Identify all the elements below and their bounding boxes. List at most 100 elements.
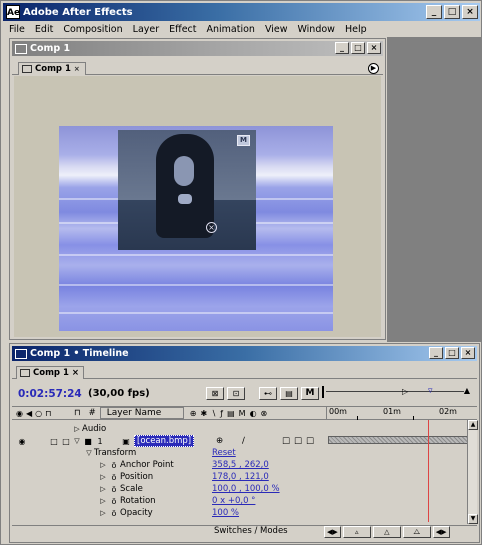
- property-value[interactable]: 178,0 , 121,0: [212, 472, 269, 482]
- timeline-tab-label: Comp 1: [33, 368, 69, 378]
- stopwatch-icon[interactable]: ö: [108, 485, 120, 494]
- timeline-maximize-button[interactable]: □: [445, 347, 459, 359]
- tab-close-icon[interactable]: ×: [74, 65, 80, 73]
- layer-row[interactable]: ◉ □ □ ▽ ■ 1 ▣ [ocean.bmp] ⊕ ∕ □ □ □: [16, 435, 326, 447]
- switch-box[interactable]: □: [294, 436, 302, 446]
- switches-modes-toggle[interactable]: Switches / Modes: [214, 526, 288, 536]
- minimize-button[interactable]: _: [426, 5, 442, 19]
- panel-menu-arrow-icon[interactable]: ▶: [368, 63, 379, 74]
- workspace-background: [387, 37, 481, 342]
- lock-box[interactable]: □: [60, 437, 72, 446]
- label-color-swatch[interactable]: ■: [82, 437, 94, 446]
- ruler-label-2: 02m: [439, 407, 457, 416]
- property-row-position[interactable]: ▷ ö Position 178,0 , 121,0: [98, 471, 408, 483]
- frame-blend-switch-icon: ▤: [227, 408, 235, 418]
- comp-close-button[interactable]: ×: [367, 42, 381, 54]
- composition-window: Comp 1 _ □ × Comp 1 × ▶ M ×: [9, 38, 386, 340]
- expand-triangle-icon: ▷: [100, 485, 106, 493]
- scroll-left-icon[interactable]: ◀▶: [324, 526, 341, 538]
- transform-group-row[interactable]: ▽ Transform Reset: [84, 447, 394, 459]
- zoom-slider[interactable]: △: [372, 526, 401, 538]
- close-button[interactable]: ×: [462, 5, 478, 19]
- zoom-out-icon[interactable]: ▵: [342, 526, 371, 538]
- layer-footage-preview[interactable]: M ×: [118, 130, 256, 250]
- timeline-scrollbar[interactable]: ▲ ▼: [467, 420, 478, 524]
- solo-box[interactable]: □: [48, 437, 60, 446]
- motion-blur-button[interactable]: ▤: [280, 387, 298, 400]
- comp-title-bar[interactable]: Comp 1 _ □ ×: [12, 41, 383, 56]
- shy-switch-icon[interactable]: ⊕: [216, 436, 223, 446]
- property-row-rotation[interactable]: ▷ ö Rotation 0 x +0,0 °: [98, 495, 408, 507]
- menu-file[interactable]: File: [9, 24, 25, 35]
- comp-maximize-button[interactable]: □: [351, 42, 365, 54]
- scroll-up-icon[interactable]: ▲: [468, 420, 478, 430]
- zoom-in-icon[interactable]: ⧍: [402, 526, 431, 538]
- expand-triangle-icon[interactable]: ▷: [72, 425, 82, 433]
- timeline-title-bar[interactable]: Comp 1 • Timeline _ □ ×: [12, 346, 477, 361]
- work-area-start-icon[interactable]: [322, 386, 328, 398]
- layer-number-column[interactable]: #: [89, 408, 96, 418]
- composition-viewer[interactable]: M ×: [14, 76, 381, 337]
- reset-link[interactable]: Reset: [212, 448, 236, 458]
- collapse-triangle-icon[interactable]: ▽: [84, 449, 94, 457]
- time-navigator[interactable]: ▷ ▿ ▲: [322, 386, 470, 399]
- menu-animation[interactable]: Animation: [207, 24, 255, 35]
- switch-box[interactable]: □: [282, 436, 290, 446]
- property-row-anchor-point[interactable]: ▷ ö Anchor Point 358,5 , 262,0: [98, 459, 408, 471]
- menu-window[interactable]: Window: [297, 24, 334, 35]
- current-time-indicator-icon[interactable]: ▿: [428, 386, 433, 396]
- comp-minimize-button[interactable]: _: [335, 42, 349, 54]
- app-title-bar[interactable]: Ae Adobe After Effects _ □ ×: [3, 3, 480, 21]
- draft-3d-button[interactable]: ⊡: [227, 387, 245, 400]
- menu-view[interactable]: View: [265, 24, 288, 35]
- stopwatch-icon[interactable]: ö: [108, 497, 120, 506]
- switch-box[interactable]: □: [306, 436, 314, 446]
- layer-duration-bar[interactable]: [328, 436, 474, 444]
- menu-help[interactable]: Help: [345, 24, 367, 35]
- stopwatch-icon[interactable]: ö: [108, 461, 120, 470]
- comp-tab-label: Comp 1: [35, 64, 71, 74]
- current-time-display[interactable]: 0:02:57:24: [18, 388, 82, 400]
- collapse-triangle-icon[interactable]: ▽: [72, 437, 82, 445]
- timeline-minimize-button[interactable]: _: [429, 347, 443, 359]
- property-value[interactable]: 100,0 , 100,0 %: [212, 484, 280, 494]
- timeline-close-button[interactable]: ×: [461, 347, 475, 359]
- comp-marker-button[interactable]: ⊠: [206, 387, 224, 400]
- frame-blending-button[interactable]: ⊷: [259, 387, 277, 400]
- video-visible-icon[interactable]: ◉: [16, 437, 28, 446]
- time-ruler[interactable]: 00m 01m 02m: [326, 406, 474, 420]
- menu-edit[interactable]: Edit: [35, 24, 53, 35]
- layer-name[interactable]: [ocean.bmp]: [134, 435, 195, 447]
- frame-rate-label: (30,00 fps): [88, 388, 150, 399]
- property-row-opacity[interactable]: ▷ ö Opacity 100 %: [98, 507, 408, 519]
- stopwatch-icon[interactable]: ö: [108, 473, 120, 482]
- layer-name-column[interactable]: Layer Name: [99, 407, 184, 419]
- property-value[interactable]: 358,5 , 262,0: [212, 460, 269, 470]
- layer-number: 1: [97, 436, 103, 446]
- maximize-button[interactable]: □: [444, 5, 460, 19]
- tab-close-icon[interactable]: ×: [72, 368, 79, 378]
- m-button[interactable]: M: [301, 387, 319, 400]
- menu-effect[interactable]: Effect: [169, 24, 196, 35]
- property-row-scale[interactable]: ▷ ö Scale 100,0 , 100,0 %: [98, 483, 408, 495]
- tab-comp-1[interactable]: Comp 1 ×: [18, 62, 86, 75]
- audio-group-row[interactable]: ▷ Audio: [72, 423, 382, 435]
- solo-switch-icon: ○: [35, 408, 43, 418]
- current-time-indicator-line[interactable]: [428, 420, 429, 522]
- quality-switch-icon[interactable]: ∕: [242, 436, 245, 446]
- property-value[interactable]: 100 %: [212, 508, 239, 518]
- 3d-switch-icon: ⊗: [260, 408, 268, 418]
- scroll-right-icon[interactable]: ◀▶: [432, 526, 450, 538]
- anchor-point-icon[interactable]: ×: [206, 222, 217, 233]
- stopwatch-icon[interactable]: ö: [108, 509, 120, 518]
- work-area-marker-icon[interactable]: ▷: [402, 387, 408, 396]
- menu-layer[interactable]: Layer: [133, 24, 160, 35]
- scroll-down-icon[interactable]: ▼: [468, 514, 478, 524]
- menu-composition[interactable]: Composition: [63, 24, 122, 35]
- label-column-icon[interactable]: ⊓: [74, 408, 81, 418]
- timeline-title: Comp 1 • Timeline: [30, 348, 129, 359]
- navigator-end-icon[interactable]: ▲: [464, 386, 470, 395]
- comp-window-controls: _ □ ×: [335, 42, 381, 54]
- property-value[interactable]: 0 x +0,0 °: [212, 496, 255, 506]
- tab-comp-1-timeline[interactable]: Comp 1 ×: [16, 366, 84, 379]
